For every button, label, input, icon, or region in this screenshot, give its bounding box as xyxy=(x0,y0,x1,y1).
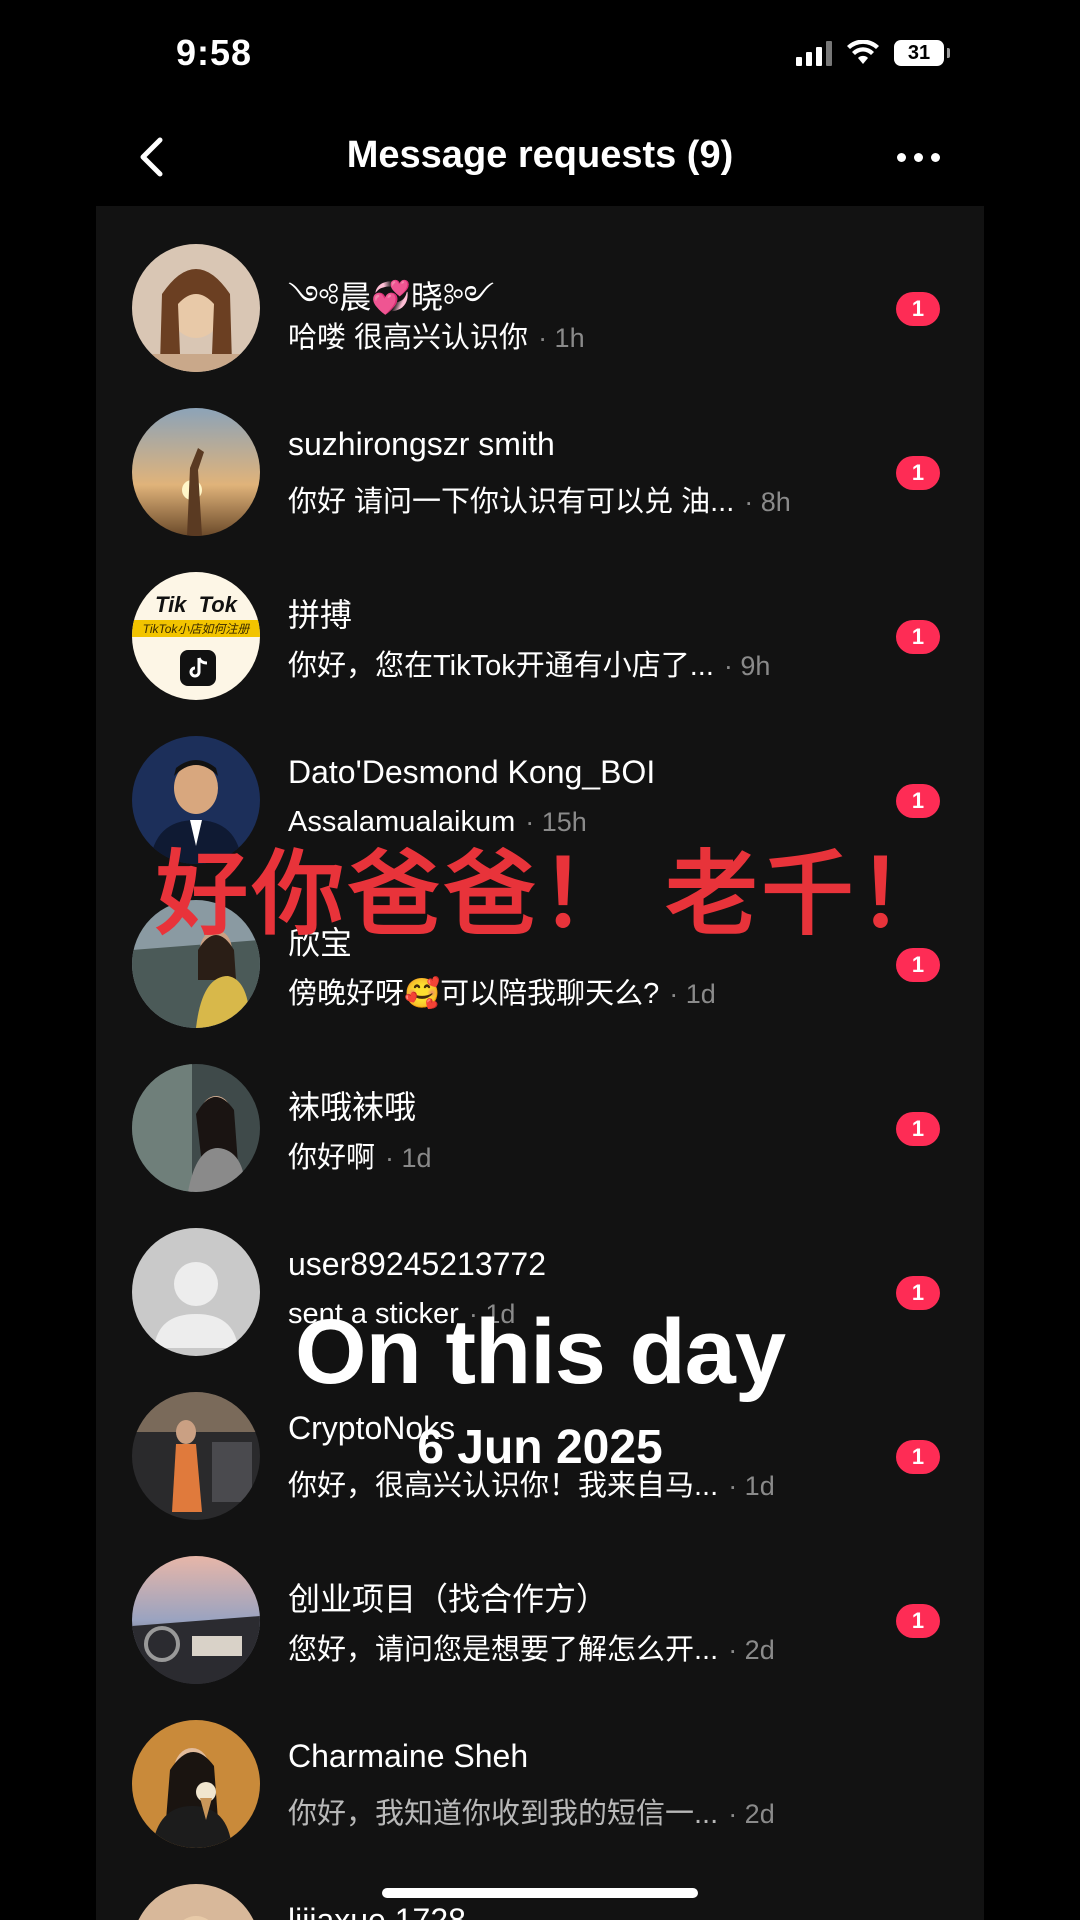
signal-icon xyxy=(796,40,832,66)
message-preview: 你好，您在TikTok开通有小店了... · 9h xyxy=(288,642,770,684)
status-icons: 31 xyxy=(796,40,950,66)
message-time: · 2d xyxy=(728,1635,775,1665)
sender-name: lijiaxue 1728 xyxy=(288,1902,466,1920)
dot-icon xyxy=(930,152,940,162)
message-time: · 1h xyxy=(538,323,585,353)
sender-name: 拼搏 xyxy=(288,597,353,633)
message-preview: 你好 请问一下你认识有可以兑 油... · 8h xyxy=(288,478,791,520)
message-preview: 你好啊 · 1d xyxy=(288,1134,432,1176)
list-item[interactable]: Charmaine Sheh 你好，我知道你收到我的短信一... · 2d xyxy=(96,1682,984,1848)
avatar[interactable]: Tik Tok TikTok小店如何注册 xyxy=(132,572,260,700)
message-text: 你好啊 xyxy=(288,1142,376,1174)
home-indicator[interactable] xyxy=(382,1888,698,1898)
message-time: · 1d xyxy=(728,1471,775,1501)
unread-badge: 1 xyxy=(896,784,940,818)
page-title: Message requests (9) xyxy=(346,134,734,176)
sender-name: 袜哦袜哦 xyxy=(288,1089,417,1125)
message-time: · 1d xyxy=(385,1143,432,1173)
list-item[interactable]: 创业项目（找合作方） 您好，请问您是想要了解怎么开... · 2d 1 xyxy=(96,1518,984,1684)
avatar[interactable] xyxy=(132,408,260,536)
unread-badge: 1 xyxy=(896,948,940,982)
message-preview: 你好，我知道你收到我的短信一... · 2d xyxy=(288,1790,775,1832)
sender-name: Dato'Desmond Kong_BOI xyxy=(288,754,656,790)
list-item[interactable]: ༺晨💞晓༻ 哈喽 很高兴认识你 · 1h 1 xyxy=(96,206,984,372)
tiktok-avatar-title: Tik Tok xyxy=(155,592,237,617)
message-time: · 8h xyxy=(744,487,791,517)
tiktok-logo-icon xyxy=(180,650,216,686)
message-text: 您好，请问您是想要了解怎么开... xyxy=(288,1634,719,1666)
list-item[interactable]: 袜哦袜哦 你好啊 · 1d 1 xyxy=(96,1026,984,1192)
message-time: · 2d xyxy=(728,1799,775,1829)
wifi-icon xyxy=(847,40,879,64)
status-time: 9:58 xyxy=(176,32,253,73)
battery-icon: 31 xyxy=(894,40,950,66)
dot-icon xyxy=(913,152,923,162)
status-bar: 9:58 31 xyxy=(96,0,984,110)
message-preview: 您好，请问您是想要了解怎么开... · 2d xyxy=(288,1626,775,1668)
avatar[interactable] xyxy=(132,1556,260,1684)
avatar[interactable] xyxy=(132,1884,260,1920)
message-text: 你好，您在TikTok开通有小店了... xyxy=(288,650,714,682)
memory-date-overlay: 6 Jun 2025 xyxy=(417,1421,663,1474)
message-preview: 傍晚好呀🥰可以陪我聊天么? · 1d xyxy=(288,970,716,1012)
unread-badge: 1 xyxy=(896,620,940,654)
tiktok-avatar-subtitle: TikTok小店如何注册 xyxy=(132,620,260,637)
avatar[interactable] xyxy=(132,244,260,372)
unread-badge: 1 xyxy=(896,456,940,490)
list-item[interactable]: suzhirongszr smith 你好 请问一下你认识有可以兑 油... ·… xyxy=(96,370,984,536)
red-caption-overlay: 好你爸爸！ 老千！ xyxy=(156,844,954,946)
message-text: 你好 请问一下你认识有可以兑 油... xyxy=(288,486,735,518)
sender-name: 创业项目（找合作方） xyxy=(288,1581,609,1617)
more-options-button[interactable] xyxy=(888,132,948,182)
list-item[interactable]: lijiaxue 1728 xyxy=(96,1846,984,1920)
message-preview: 哈喽 很高兴认识你 · 1h xyxy=(288,314,585,356)
sender-name: suzhirongszr smith xyxy=(288,426,555,462)
message-time: · 1d xyxy=(669,979,716,1009)
avatar[interactable] xyxy=(132,1720,260,1848)
phone-screen: 9:58 31 Message requests (9) ༺晨💞晓༻ 哈喽 很高… xyxy=(96,0,984,1920)
unread-badge: 1 xyxy=(896,292,940,326)
sender-name: Charmaine Sheh xyxy=(288,1738,529,1774)
list-item[interactable]: Tik Tok TikTok小店如何注册 拼搏 你好，您在TikTok开通有小店… xyxy=(96,534,984,700)
message-text: 傍晚好呀🥰可以陪我聊天么? xyxy=(288,978,660,1010)
message-text: 你好，我知道你收到我的短信一... xyxy=(288,1798,719,1830)
message-text: 哈喽 很高兴认识你 xyxy=(288,322,529,354)
on-this-day-overlay: On this day xyxy=(295,1301,786,1403)
unread-badge: 1 xyxy=(896,1112,940,1146)
dot-icon xyxy=(896,152,906,162)
message-time: · 9h xyxy=(723,651,771,681)
message-request-list: ༺晨💞晓༻ 哈喽 很高兴认识你 · 1h 1 suzhirongszr smit… xyxy=(96,206,984,1920)
sender-name: user89245213772 xyxy=(288,1246,547,1282)
avatar[interactable] xyxy=(132,1064,260,1192)
header-bar: Message requests (9) xyxy=(96,110,984,206)
unread-badge: 1 xyxy=(896,1604,940,1638)
